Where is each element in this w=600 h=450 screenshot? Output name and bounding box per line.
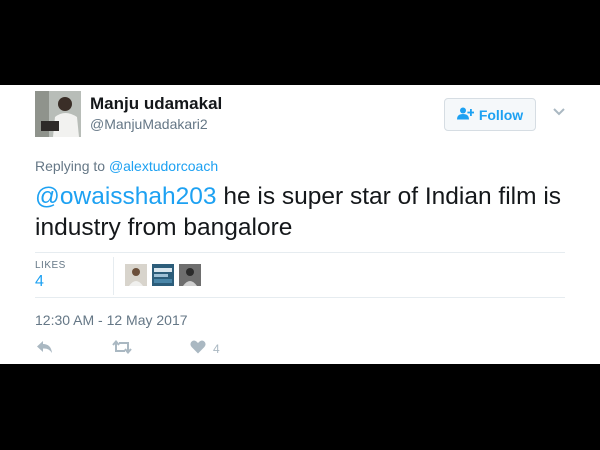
- stats-divider: [113, 257, 114, 295]
- divider: [35, 297, 565, 298]
- reply-button[interactable]: [36, 340, 53, 357]
- liker-avatar[interactable]: [152, 264, 174, 286]
- follow-button[interactable]: Follow: [444, 98, 536, 131]
- tweet-text: @owaisshah203 he is super star of Indian…: [35, 181, 575, 243]
- tweet-card: Manju udamakal @ManjuMadakari2 Follow Re…: [0, 85, 600, 364]
- reply-mention-link[interactable]: @alextudorcoach: [109, 158, 218, 174]
- divider: [35, 252, 565, 253]
- like-button[interactable]: 4: [190, 340, 220, 357]
- display-name[interactable]: Manju udamakal: [90, 94, 222, 114]
- like-count: 4: [213, 341, 220, 356]
- avatar[interactable]: [35, 91, 81, 137]
- retweet-button[interactable]: [112, 339, 132, 357]
- chevron-down-icon[interactable]: [551, 104, 567, 120]
- tweet-mention-link[interactable]: @owaisshah203: [35, 183, 217, 210]
- reply-context: Replying to @alextudorcoach: [35, 158, 218, 174]
- reply-icon: [36, 340, 53, 357]
- follow-button-label: Follow: [478, 106, 524, 123]
- reply-context-prefix: Replying to: [35, 158, 106, 174]
- liker-avatar[interactable]: [179, 264, 201, 286]
- liker-avatar[interactable]: [125, 264, 147, 286]
- user-handle[interactable]: @ManjuMadakari2: [90, 116, 208, 132]
- follow-user-icon: [456, 107, 475, 123]
- likes-label: LIKES: [35, 260, 66, 271]
- retweet-icon: [112, 339, 132, 357]
- likes-count[interactable]: 4: [35, 273, 44, 291]
- heart-icon: [190, 340, 206, 357]
- tweet-timestamp[interactable]: 12:30 AM - 12 May 2017: [35, 312, 188, 328]
